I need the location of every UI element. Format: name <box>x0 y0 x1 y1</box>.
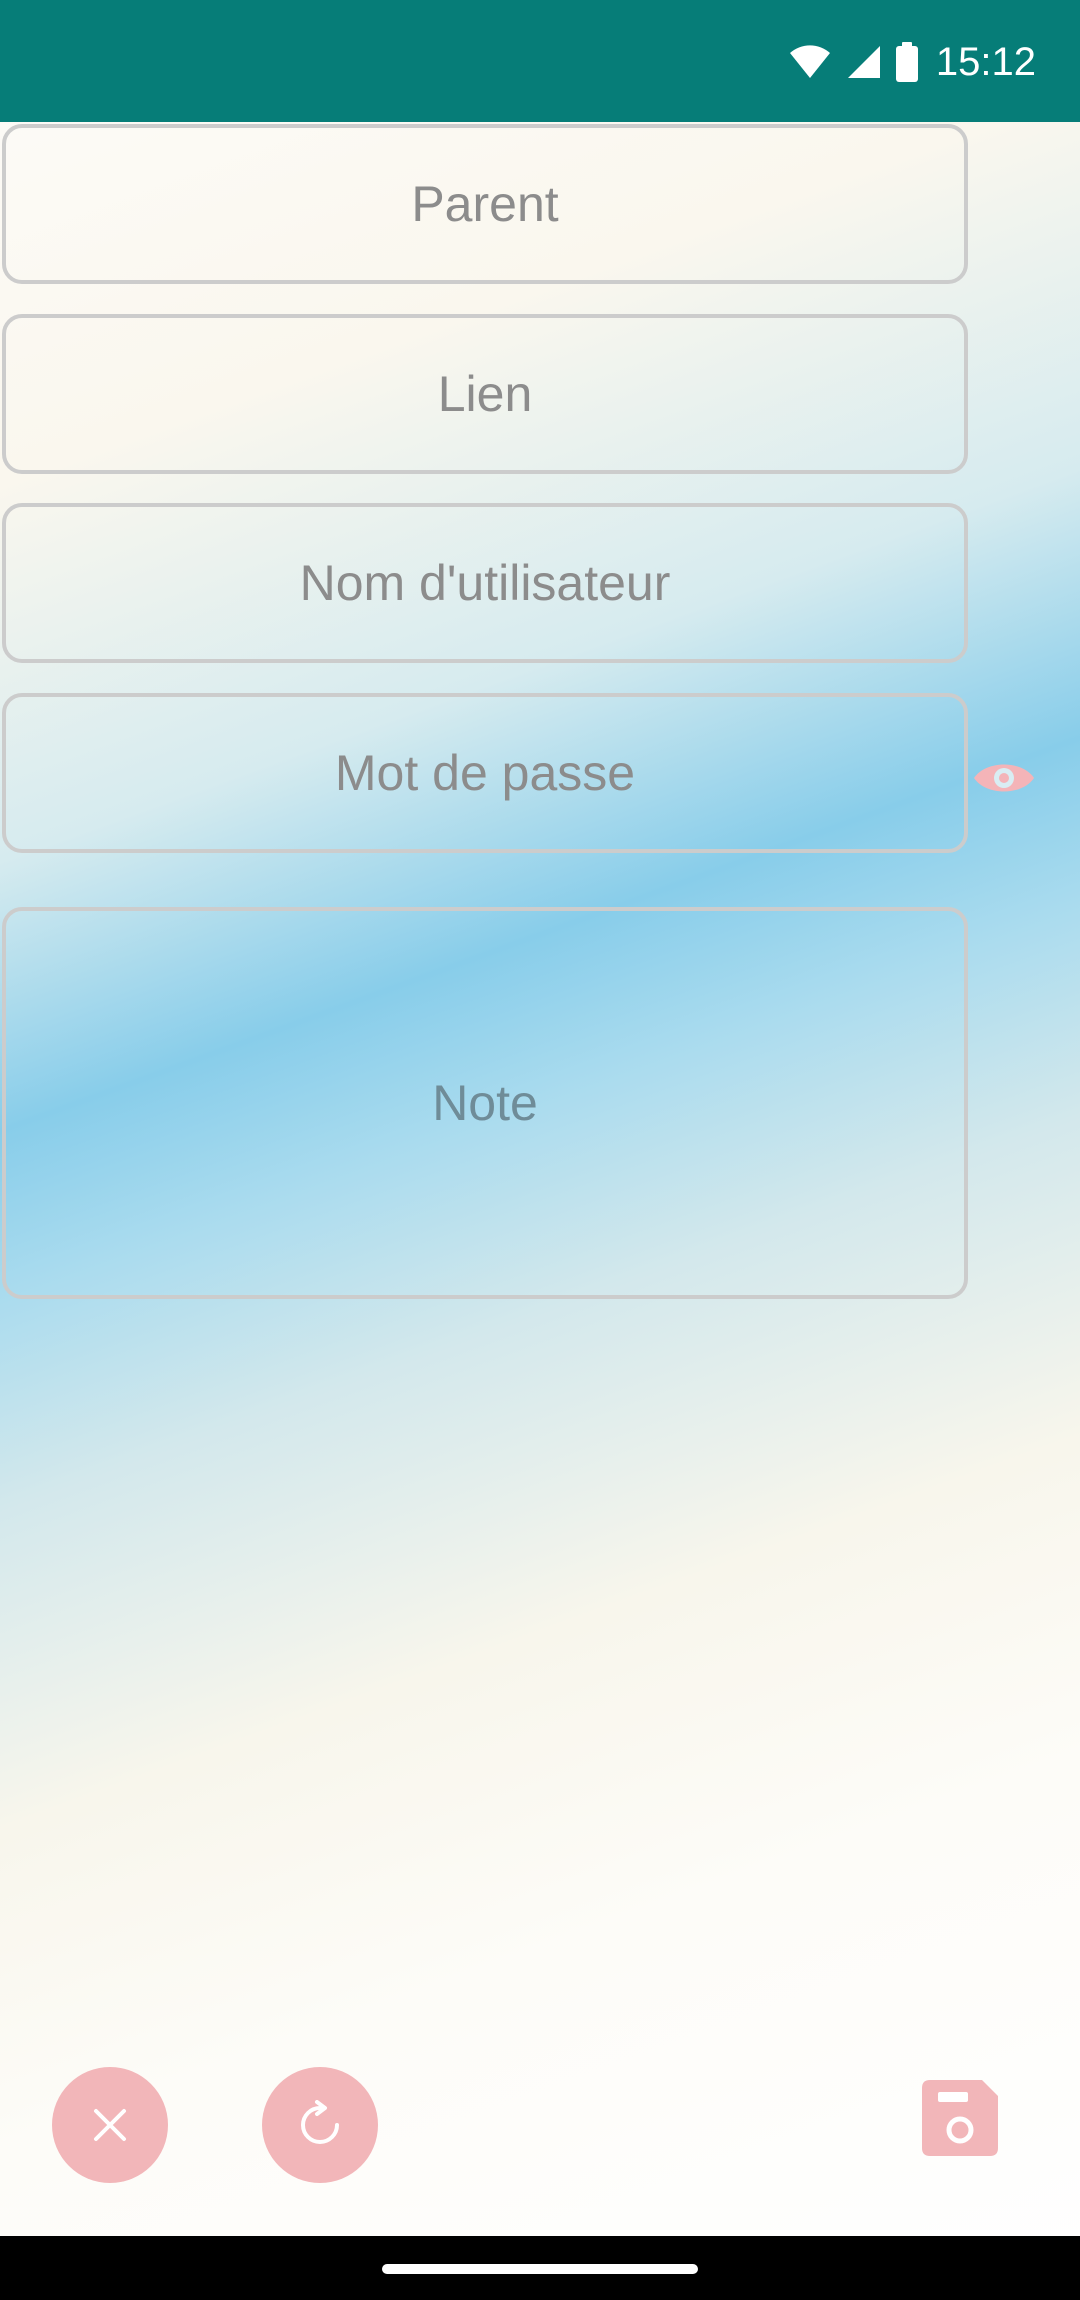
refresh-icon <box>301 2100 339 2144</box>
note-placeholder: Note <box>432 1075 538 1131</box>
status-time: 15:12 <box>935 40 1036 84</box>
screen: 15:12 Parent Lien Nom d'utilisateur Mot … <box>0 0 1080 2300</box>
username-field[interactable]: Nom d'utilisateur <box>2 503 968 663</box>
link-placeholder: Lien <box>437 366 533 422</box>
signal-icon <box>847 46 880 78</box>
note-field[interactable]: Note <box>2 907 968 1299</box>
username-placeholder: Nom d'utilisateur <box>299 555 671 611</box>
status-bar: 15:12 <box>0 0 1080 122</box>
parent-field[interactable]: Parent <box>2 124 968 284</box>
password-field[interactable]: Mot de passe <box>2 693 968 853</box>
eye-icon[interactable] <box>972 758 1036 798</box>
home-indicator[interactable] <box>382 2264 698 2274</box>
save-button[interactable] <box>922 2080 998 2156</box>
link-field[interactable]: Lien <box>2 314 968 474</box>
refresh-button[interactable] <box>262 2067 378 2183</box>
password-placeholder: Mot de passe <box>334 745 636 801</box>
close-icon <box>94 2109 126 2141</box>
status-icons: 15:12 <box>788 34 1036 90</box>
parent-placeholder: Parent <box>411 176 559 232</box>
battery-icon <box>895 42 918 82</box>
cancel-button[interactable] <box>52 2067 168 2183</box>
wifi-icon <box>789 45 830 78</box>
